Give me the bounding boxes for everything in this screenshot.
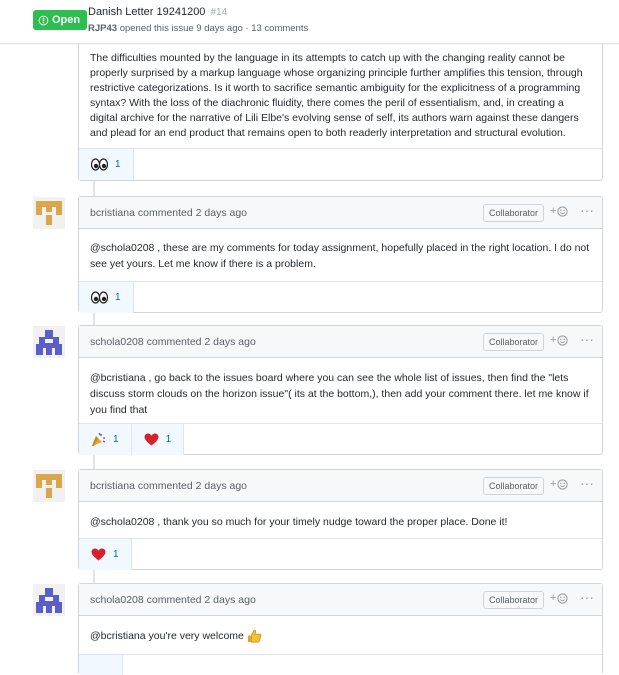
avatar-schola0208[interactable] bbox=[33, 326, 65, 358]
collaborator-label: Collaborator bbox=[483, 333, 545, 351]
add-reaction-button[interactable]: + bbox=[550, 592, 569, 604]
reaction-tada-button[interactable]: 1 bbox=[79, 424, 132, 455]
comment-card: schola0208 commented 2 days ago Collabor… bbox=[78, 583, 603, 675]
comment-body: @bcristiana you're very welcome bbox=[79, 616, 602, 654]
mention[interactable]: @bcristiana bbox=[90, 628, 146, 644]
comment-timestamp[interactable]: commented 2 days ago bbox=[144, 594, 256, 606]
comment-card: schola0208 commented 2 days ago Collabor… bbox=[78, 325, 603, 455]
issue-opened-icon bbox=[38, 15, 49, 25]
add-reaction-button[interactable]: + bbox=[550, 478, 569, 490]
more-options-icon[interactable]: ··· bbox=[580, 202, 594, 218]
issue-meta-text: opened this issue 9 days ago · 13 commen… bbox=[117, 23, 309, 34]
issue-author-link[interactable]: RJP43 bbox=[88, 23, 117, 34]
more-options-icon[interactable]: ··· bbox=[580, 475, 594, 491]
comment-author-line: schola0208 commented 2 days ago bbox=[90, 594, 256, 606]
reaction-count: 1 bbox=[113, 434, 119, 445]
smiley-icon bbox=[557, 205, 569, 217]
reactions-bar: 1 bbox=[79, 538, 602, 570]
issue-meta: RJP43 opened this issue 9 days ago · 13 … bbox=[88, 23, 308, 34]
comment-header: bcristiana commented 2 days ago Collabor… bbox=[79, 470, 602, 502]
comment-text: , these are my comments for today assign… bbox=[90, 242, 590, 270]
reactions-bar: 1 bbox=[79, 281, 602, 313]
reaction-count: 1 bbox=[165, 434, 172, 445]
comment-body: @schola0208 , these are my comments for … bbox=[79, 229, 602, 281]
thumbs-up-icon bbox=[247, 629, 262, 643]
sticky-issue-header: Open Danish Letter 19241200 #14 RJP43 op… bbox=[0, 0, 619, 44]
comment-text: , go back to the issues board where you … bbox=[90, 372, 589, 416]
comment-author-link[interactable]: bcristiana bbox=[90, 207, 135, 219]
comment-author-line: bcristiana commented 2 days ago bbox=[90, 480, 247, 492]
issue-title: Danish Letter 19241200 bbox=[88, 6, 206, 18]
mention[interactable]: @bcristiana bbox=[90, 372, 146, 384]
reactions-bar: 1 1 bbox=[79, 423, 602, 455]
comment-body: @bcristiana , go back to the issues boar… bbox=[79, 358, 602, 423]
issue-state-badge: Open bbox=[33, 10, 88, 30]
comment-card: bcristiana commented 2 days ago Collabor… bbox=[78, 196, 603, 313]
eyes-icon bbox=[91, 158, 108, 171]
issue-number: #14 bbox=[210, 7, 228, 18]
smiley-icon bbox=[557, 334, 569, 346]
reactions-bar: 1 bbox=[79, 148, 602, 180]
more-options-icon[interactable]: ··· bbox=[580, 331, 594, 347]
comment-timestamp[interactable]: commented 2 days ago bbox=[144, 336, 256, 348]
heart-icon bbox=[144, 433, 159, 446]
issue-title-row: Danish Letter 19241200 #14 bbox=[88, 6, 227, 18]
avatar-schola0208[interactable] bbox=[33, 584, 65, 616]
comment-text: you're very welcome bbox=[145, 630, 244, 642]
reactions-bar-partial bbox=[79, 654, 602, 675]
comment-timestamp[interactable]: commented 2 days ago bbox=[135, 480, 247, 492]
reaction-count: 1 bbox=[113, 549, 119, 560]
comment-text: , thank you so much for your timely nudg… bbox=[154, 516, 508, 528]
issue-state-label: Open bbox=[52, 14, 81, 26]
mention[interactable]: @schola0208 bbox=[90, 242, 154, 254]
comment-body: The difficulties mounted by the language… bbox=[90, 52, 583, 139]
reaction-eyes-button[interactable]: 1 bbox=[79, 282, 134, 313]
avatar-bcristiana[interactable] bbox=[33, 197, 65, 229]
reaction-count: 1 bbox=[115, 292, 121, 303]
reaction-heart-button[interactable]: 1 bbox=[79, 539, 132, 570]
comment-author-line: schola0208 commented 2 days ago bbox=[90, 336, 256, 348]
smiley-icon bbox=[557, 592, 569, 604]
comment-author-link[interactable]: schola0208 bbox=[90, 594, 144, 606]
comment-author-link[interactable]: bcristiana bbox=[90, 480, 135, 492]
add-reaction-button[interactable]: + bbox=[550, 205, 569, 217]
comment-author-link[interactable]: schola0208 bbox=[90, 336, 144, 348]
collaborator-label: Collaborator bbox=[483, 591, 545, 609]
reaction-eyes-button[interactable]: 1 bbox=[79, 149, 134, 180]
comment-body: @schola0208 , thank you so much for your… bbox=[79, 502, 602, 538]
smiley-icon bbox=[557, 478, 569, 490]
reaction-count: 1 bbox=[115, 159, 121, 170]
eyes-icon bbox=[91, 291, 108, 304]
comment-header: schola0208 commented 2 days ago Collabor… bbox=[79, 326, 602, 358]
heart-icon bbox=[91, 548, 106, 561]
mention[interactable]: @schola0208 bbox=[90, 516, 154, 528]
comment-timestamp[interactable]: commented 2 days ago bbox=[135, 207, 247, 219]
more-options-icon[interactable]: ··· bbox=[580, 589, 594, 605]
avatar-bcristiana[interactable] bbox=[33, 470, 65, 502]
comment-truncated: The difficulties mounted by the language… bbox=[78, 40, 603, 181]
comment-header: bcristiana commented 2 days ago Collabor… bbox=[79, 197, 602, 229]
comment-header: schola0208 commented 2 days ago Collabor… bbox=[79, 584, 602, 616]
comment-author-line: bcristiana commented 2 days ago bbox=[90, 207, 247, 219]
collaborator-label: Collaborator bbox=[483, 477, 545, 495]
add-reaction-button[interactable]: + bbox=[550, 334, 569, 346]
reaction-heart-button[interactable]: 1 bbox=[131, 424, 185, 455]
tada-icon bbox=[91, 432, 106, 447]
collaborator-label: Collaborator bbox=[483, 204, 545, 222]
comment-card: bcristiana commented 2 days ago Collabor… bbox=[78, 469, 603, 570]
